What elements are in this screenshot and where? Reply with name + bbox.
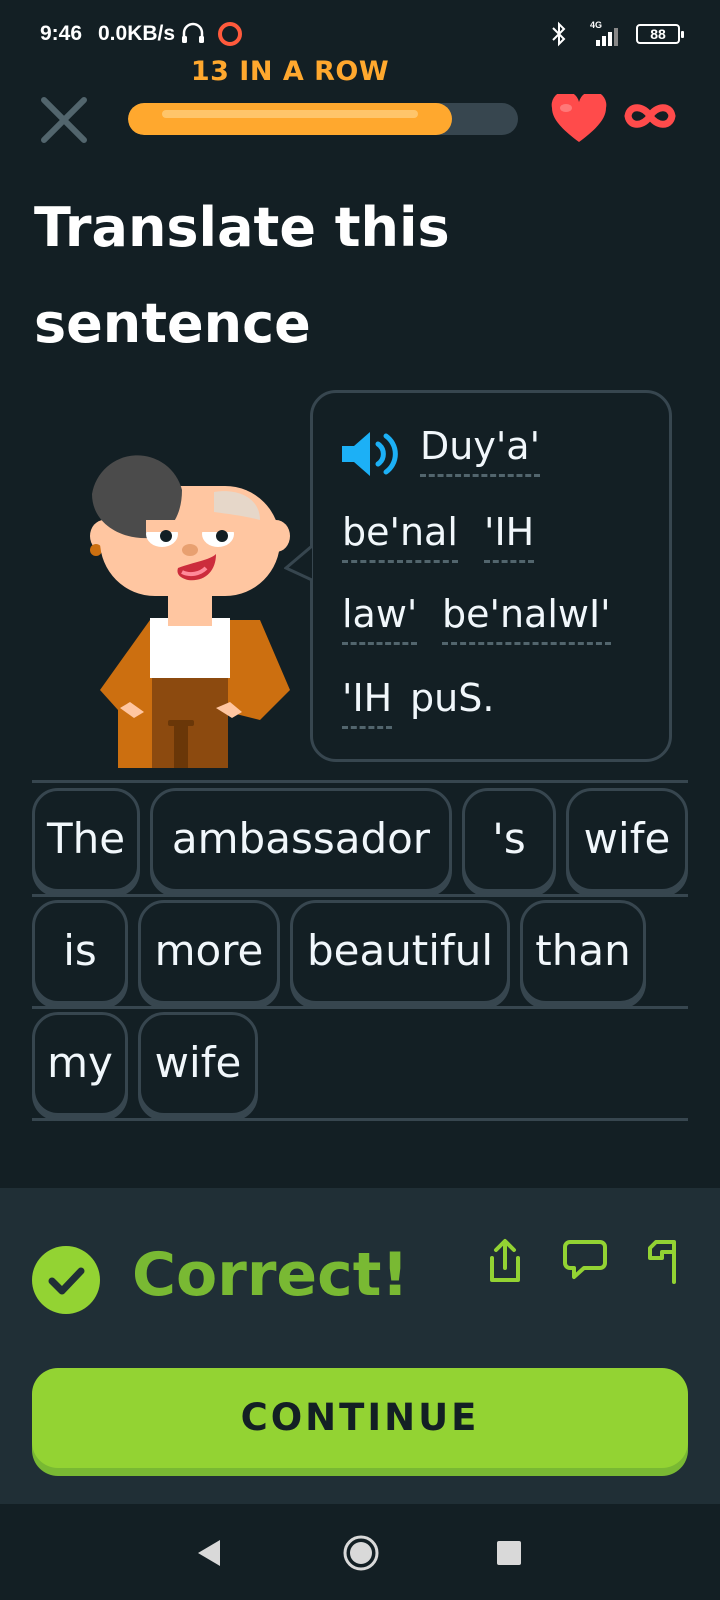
comment-icon [563,1240,607,1279]
prompt-word[interactable]: Duy'a' [420,424,541,477]
status-speed: 0.0KB/s [98,22,176,45]
close-button[interactable] [36,92,92,148]
nav-home-button[interactable] [342,1534,380,1576]
prompt-word[interactable]: law' [342,592,418,645]
flag-icon [648,1240,676,1284]
battery-indicator: 88 [636,24,684,44]
answer-word-chip[interactable]: wife [566,788,688,892]
heart-icon[interactable] [550,91,608,148]
prompt-word[interactable]: puS. [410,676,494,726]
answer-word-chip[interactable]: than [520,900,646,1004]
share-icon [490,1239,520,1282]
lesson-progress-bar [128,103,518,135]
bluetooth-icon [548,20,570,54]
answer-line [32,1006,688,1009]
character-illustration [70,450,310,780]
answer-line [32,1118,688,1121]
answer-word-chip[interactable]: beautiful [290,900,510,1004]
answer-word-chip[interactable]: is [32,900,128,1004]
answer-word-chip[interactable]: The [32,788,140,892]
answer-word-chip[interactable]: wife [138,1012,258,1116]
streak-label: 13 IN A ROW [190,56,390,87]
network-type: 4G [590,20,602,30]
signal-icon: 4G [586,18,628,54]
nav-back-button[interactable] [196,1538,222,1572]
speaker-icon[interactable] [340,428,404,484]
nav-back-icon [198,1540,220,1566]
prompt-word[interactable]: 'IH [342,676,393,729]
lesson-progress-fill [128,103,452,135]
continue-button[interactable]: CONTINUE [32,1368,688,1468]
answer-line [32,780,688,783]
notification-ring-icon [216,20,244,54]
answer-word-chip[interactable]: ambassador [150,788,452,892]
prompt-word[interactable]: be'nalwI' [442,592,611,645]
answer-word-chip[interactable]: my [32,1012,128,1116]
speech-bubble-tail [284,546,312,582]
answer-word-chip[interactable]: 's [462,788,556,892]
close-icon [41,97,87,143]
share-button[interactable] [486,1238,524,1288]
headphones-icon [180,20,206,52]
comment-button[interactable] [562,1238,608,1284]
nav-recent-button[interactable] [496,1540,522,1570]
answer-word-chip[interactable]: more [138,900,280,1004]
nav-home-icon [343,1535,379,1571]
nav-recent-icon [497,1541,521,1565]
correct-status: Correct! [132,1240,409,1310]
prompt-word[interactable]: 'IH [484,510,535,563]
infinity-icon [622,96,678,140]
prompt-word[interactable]: be'nal [342,510,458,563]
check-icon [32,1246,100,1318]
report-button[interactable] [644,1238,684,1288]
status-time: 9:46 [40,22,83,45]
exercise-title: Translate this sentence [34,196,450,355]
answer-line [32,894,688,897]
